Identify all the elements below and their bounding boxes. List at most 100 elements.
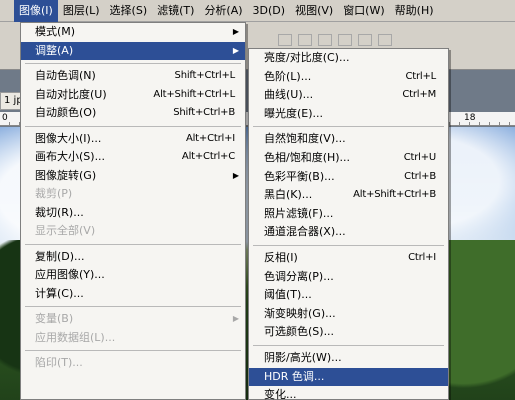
align-bottom-icon[interactable] xyxy=(318,34,332,46)
menu-separator xyxy=(253,126,444,128)
adjust-menu-item-0-0[interactable]: 亮度/对比度(C)... xyxy=(249,49,448,68)
menu-item-label: 阴影/高光(W)... xyxy=(264,350,342,364)
menu-separator xyxy=(25,63,241,64)
menu-analysis[interactable]: 分析(A) xyxy=(199,0,247,22)
image-menu-item-2-2[interactable]: 图像旋转(G) ▶ xyxy=(21,167,245,186)
align-middle-icon[interactable] xyxy=(298,34,312,46)
image-menu-dropdown: 模式(M) ▶ 调整(A) ▶ 自动色调(N) Shift+Ctrl+L 自动对比度(U) A… xyxy=(20,22,246,400)
menu-item-label: 阈值(T)... xyxy=(264,288,312,302)
menu-separator xyxy=(25,306,241,307)
menu-item-label: 反相(I) xyxy=(264,250,298,264)
adjust-menu-item-1-0[interactable]: 自然饱和度(V)... xyxy=(249,130,448,149)
distribute-left-icon[interactable] xyxy=(338,34,352,46)
menu-item-label: 变化... xyxy=(264,388,297,400)
image-menu-item-1-2[interactable]: 自动颜色(O) Shift+Ctrl+B xyxy=(21,104,245,123)
image-menu-item-3-2[interactable]: 计算(C)... xyxy=(21,285,245,304)
adjust-menu-item-3-1[interactable]: HDR 色调... xyxy=(249,367,448,387)
adjust-menu-item-0-3[interactable]: 曝光度(E)... xyxy=(249,105,448,124)
menu-view[interactable]: 视图(V) xyxy=(290,0,338,22)
image-menu-item-1-1[interactable]: 自动对比度(U) Alt+Shift+Ctrl+L xyxy=(21,86,245,105)
menu-window[interactable]: 窗口(W) xyxy=(338,0,389,22)
menu-item-shortcut: Ctrl+M xyxy=(402,89,436,101)
menu-item-label: 可选颜色(S)... xyxy=(264,325,335,339)
menu-item-label: 色调分离(P)... xyxy=(264,269,334,283)
adjust-menu-item-1-3[interactable]: 黑白(K)... Alt+Shift+Ctrl+B xyxy=(249,186,448,205)
menu-item-label: 应用数据组(L)... xyxy=(35,330,116,344)
menu-item-label: 色彩平衡(B)... xyxy=(264,169,335,183)
adjust-menu-item-1-2[interactable]: 色彩平衡(B)... Ctrl+B xyxy=(249,168,448,187)
menu-3d[interactable]: 3D(D) xyxy=(248,0,291,22)
menu-item-shortcut: Alt+Ctrl+I xyxy=(185,132,235,144)
menu-item-label: 照片滤镜(F)... xyxy=(264,206,334,220)
submenu-arrow-icon: ▶ xyxy=(232,314,239,323)
adjust-menu-item-1-1[interactable]: 色相/饱和度(H)... Ctrl+U xyxy=(249,149,448,168)
adjustments-submenu: 亮度/对比度(C)... 色阶(L)... Ctrl+L 曲线(U)... Ctrl+M… xyxy=(248,48,449,400)
menu-item-label: 画布大小(S)... xyxy=(35,150,106,163)
menu-item-label: 曝光度(E)... xyxy=(264,106,324,120)
menu-item-label: 曲线(U)... xyxy=(264,88,314,102)
adjust-menu-item-0-2[interactable]: 曲线(U)... Ctrl+M xyxy=(249,86,448,105)
distribute-center-icon[interactable] xyxy=(358,34,372,46)
menu-item-label: 色相/饱和度(H)... xyxy=(264,150,351,164)
menu-bar: 图像(I) 图层(L) 选择(S) 滤镜(T) 分析(A) 3D(D) 视图(V… xyxy=(0,0,515,22)
menu-item-label: 应用图像(Y)... xyxy=(35,268,105,281)
adjust-menu-item-3-2[interactable]: 变化... xyxy=(249,386,448,400)
menu-item-shortcut: Alt+Shift+Ctrl+L xyxy=(153,88,235,100)
adjust-menu-item-0-1[interactable]: 色阶(L)... Ctrl+L xyxy=(249,68,448,87)
ruler-label-right: 18 xyxy=(464,113,476,123)
menu-select[interactable]: 选择(S) xyxy=(105,0,153,22)
image-menu-item-2-3: 裁剪(P) xyxy=(21,185,245,204)
image-menu-item-4-1: 应用数据组(L)... xyxy=(21,329,245,348)
menu-item-label: 黑白(K)... xyxy=(264,188,313,202)
adjust-menu-item-2-2[interactable]: 阈值(T)... xyxy=(249,286,448,305)
align-icons xyxy=(278,34,392,46)
submenu-arrow-icon: ▶ xyxy=(232,45,239,55)
submenu-arrow-icon: ▶ xyxy=(232,170,239,180)
adjust-menu-item-1-5[interactable]: 通道混合器(X)... xyxy=(249,223,448,242)
menu-item-label: 复制(D)... xyxy=(35,249,85,263)
menu-item-label: 自动色调(N) xyxy=(35,69,96,82)
distribute-right-icon[interactable] xyxy=(378,34,392,46)
menu-filter[interactable]: 滤镜(T) xyxy=(152,0,199,22)
adjust-menu-item-2-4[interactable]: 可选颜色(S)... xyxy=(249,323,448,342)
menu-item-label: 自动颜色(O) xyxy=(35,106,97,119)
menu-item-shortcut: Ctrl+U xyxy=(403,151,436,163)
menu-item-shortcut: Alt+Shift+Ctrl+B xyxy=(353,189,436,201)
menu-image[interactable]: 图像(I) xyxy=(14,0,58,22)
image-menu-item-0-0[interactable]: 模式(M) ▶ xyxy=(21,23,245,42)
menu-item-label: 调整(A) xyxy=(35,43,74,57)
image-menu-item-2-4[interactable]: 裁切(R)... xyxy=(21,204,245,223)
image-menu-item-2-1[interactable]: 画布大小(S)... Alt+Ctrl+C xyxy=(21,148,245,167)
adjust-menu-item-2-1[interactable]: 色调分离(P)... xyxy=(249,268,448,287)
menu-item-label: 色阶(L)... xyxy=(264,69,312,83)
menu-separator xyxy=(25,125,241,127)
menu-item-shortcut: Ctrl+B xyxy=(404,170,436,182)
image-menu-item-1-0[interactable]: 自动色调(N) Shift+Ctrl+L xyxy=(21,67,245,86)
menubar-edge xyxy=(0,0,14,22)
menu-item-label: 模式(M) xyxy=(35,25,76,38)
menu-separator xyxy=(253,244,444,246)
menu-item-label: 计算(C)... xyxy=(35,286,84,300)
image-menu-item-3-1[interactable]: 应用图像(Y)... xyxy=(21,266,245,285)
submenu-arrow-icon: ▶ xyxy=(232,27,239,36)
menu-item-label: 亮度/对比度(C)... xyxy=(264,51,350,64)
menu-item-label: 自然饱和度(V)... xyxy=(264,132,346,146)
menu-item-shortcut: Alt+Ctrl+C xyxy=(181,151,235,162)
image-menu-item-3-0[interactable]: 复制(D)... xyxy=(21,248,245,267)
image-menu-item-2-0[interactable]: 图像大小(I)... Alt+Ctrl+I xyxy=(21,130,245,149)
menu-item-label: 渐变映射(G)... xyxy=(264,306,336,320)
menu-item-label: 自动对比度(U) xyxy=(35,87,107,101)
menu-item-shortcut: Ctrl+I xyxy=(408,251,436,263)
menu-layer[interactable]: 图层(L) xyxy=(58,0,105,22)
menu-item-label: 图像大小(I)... xyxy=(35,131,102,145)
menu-item-label: 裁剪(P) xyxy=(35,187,73,200)
menu-item-shortcut: Shift+Ctrl+L xyxy=(174,70,236,81)
align-top-icon[interactable] xyxy=(278,34,292,46)
menu-help[interactable]: 帮助(H) xyxy=(390,0,439,22)
adjust-menu-item-2-0[interactable]: 反相(I) Ctrl+I xyxy=(249,249,448,268)
image-menu-item-0-1[interactable]: 调整(A) ▶ xyxy=(21,41,245,60)
menu-item-label: 通道混合器(X)... xyxy=(264,225,346,239)
adjust-menu-item-3-0[interactable]: 阴影/高光(W)... xyxy=(249,349,448,368)
adjust-menu-item-2-3[interactable]: 渐变映射(G)... xyxy=(249,305,448,324)
adjust-menu-item-1-4[interactable]: 照片滤镜(F)... xyxy=(249,205,448,224)
